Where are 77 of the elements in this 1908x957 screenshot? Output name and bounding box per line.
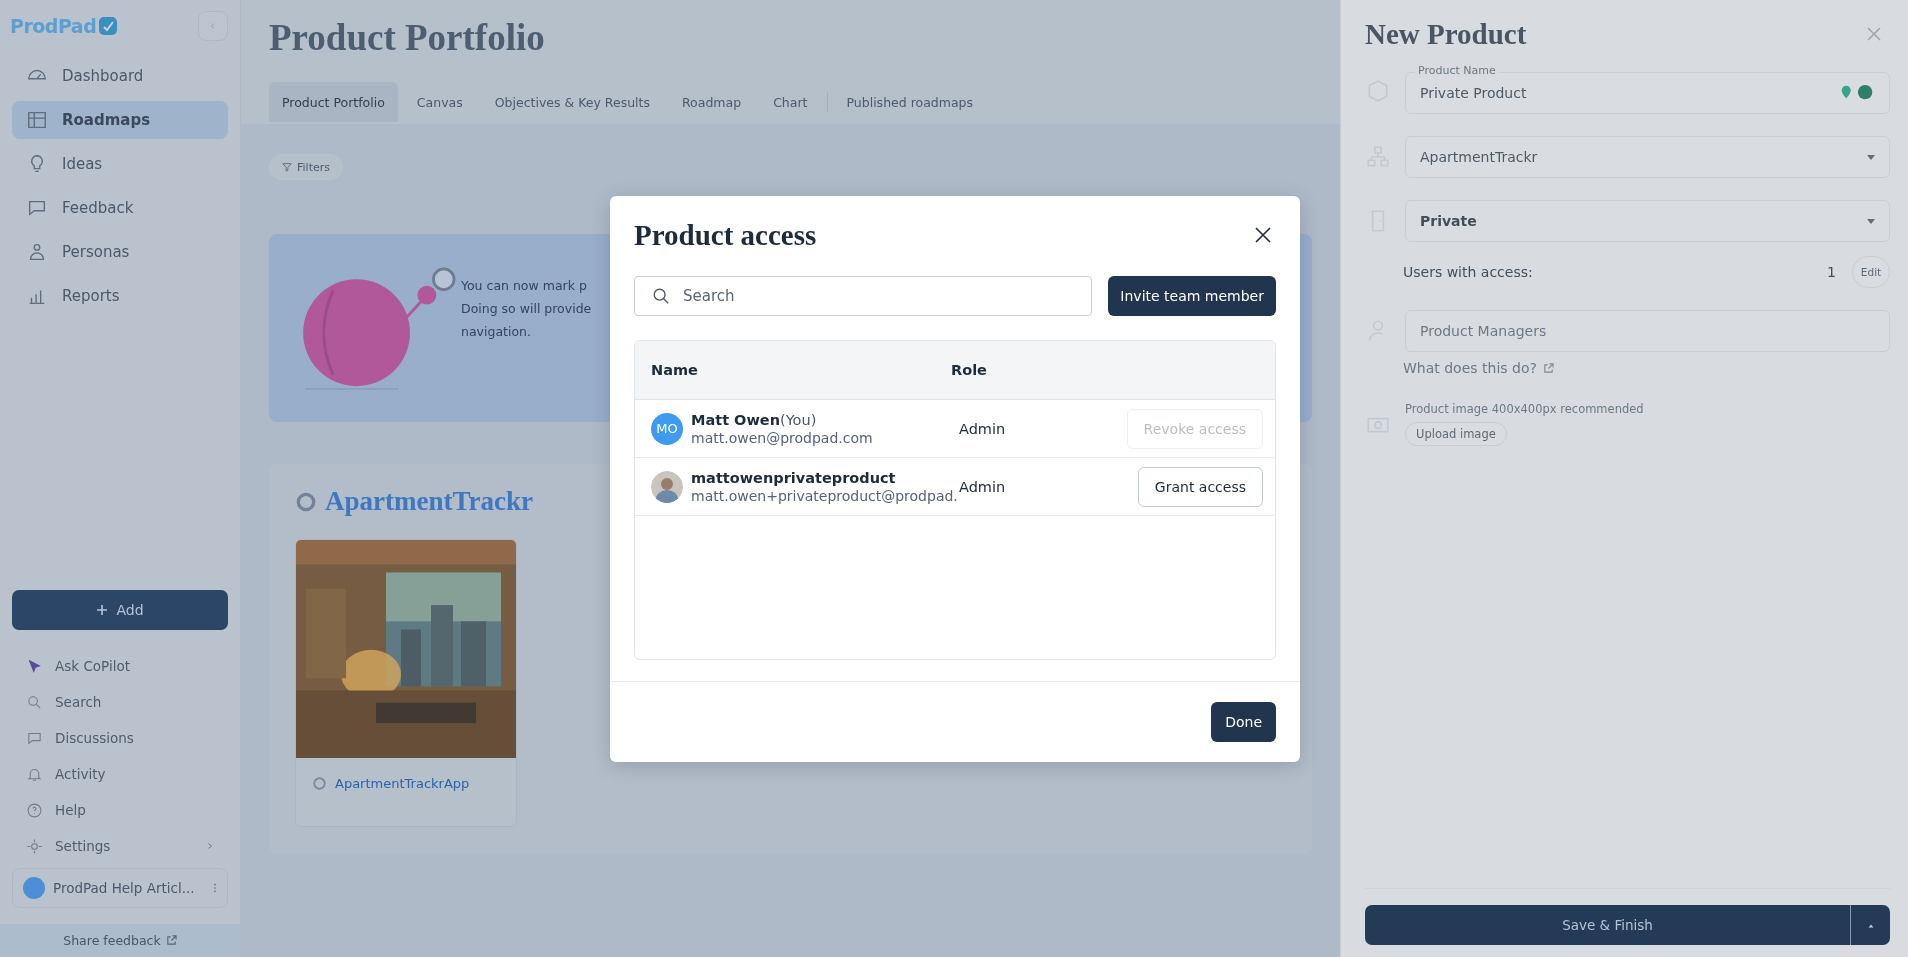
tab[interactable]: Product Portfolio bbox=[269, 82, 398, 122]
external-link-icon bbox=[165, 935, 177, 946]
info-link[interactable]: What does this do? bbox=[1403, 360, 1554, 376]
filter-icon bbox=[282, 162, 292, 172]
nav-item[interactable]: Feedback bbox=[12, 189, 228, 227]
tab[interactable]: Objectives & Key Results bbox=[481, 82, 663, 122]
save-finish-button[interactable]: Save & Finish bbox=[1365, 905, 1850, 945]
product-line-dropdown[interactable]: ApartmentTrackr bbox=[1405, 136, 1890, 178]
sidebar-link[interactable]: Ask CoPilot bbox=[12, 648, 228, 684]
external-link-icon bbox=[1542, 362, 1554, 374]
grid-icon bbox=[26, 109, 48, 131]
user-name: mattowenprivateproduct bbox=[691, 469, 897, 486]
search-field[interactable]: Search bbox=[634, 276, 1093, 316]
avatar: MO bbox=[651, 412, 683, 445]
user-email: matt.owen@prodpad.com bbox=[691, 429, 873, 446]
chevron-icon bbox=[209, 22, 217, 30]
workspace-avatar bbox=[23, 877, 45, 899]
column-header: Role bbox=[951, 362, 988, 378]
nav-item[interactable]: Roadmaps bbox=[12, 101, 228, 139]
image-hint: Product image 400x400px recommended bbox=[1405, 402, 1644, 416]
banner-text: Doing so will provide bbox=[461, 299, 592, 318]
visibility-dropdown[interactable]: Private bbox=[1405, 200, 1890, 242]
more-icon bbox=[213, 882, 217, 894]
settings-icon bbox=[26, 837, 43, 855]
circle-icon bbox=[312, 776, 327, 791]
sidebar-link[interactable]: Settings bbox=[12, 828, 228, 864]
sidebar-link[interactable]: Discussions bbox=[12, 720, 228, 756]
dialog-title: Product access bbox=[634, 218, 817, 252]
tab[interactable]: Canvas bbox=[403, 82, 476, 122]
product-managers-field[interactable]: Product Managers bbox=[1405, 310, 1890, 352]
banner-text: navigation. bbox=[461, 322, 532, 341]
caret-icon bbox=[1867, 154, 1875, 160]
sidebar-link[interactable]: Activity bbox=[12, 756, 228, 792]
user-email: matt.owen+privateproduct@prodpad. bbox=[691, 487, 958, 504]
filters-button[interactable]: Filters bbox=[269, 154, 343, 180]
users-label: Users with access: bbox=[1403, 264, 1534, 280]
users-count: 1 bbox=[1827, 264, 1836, 280]
search-icon bbox=[26, 693, 43, 711]
sidebar-link[interactable]: Help bbox=[12, 792, 228, 828]
product-link[interactable]: ApartmentTrackrApp bbox=[335, 776, 470, 791]
product-card[interactable]: ApartmentTrackrApp bbox=[295, 539, 517, 827]
circle-icon bbox=[295, 490, 317, 513]
product-line-title[interactable]: ApartmentTrackr bbox=[325, 486, 533, 517]
nav-item[interactable]: Dashboard bbox=[12, 57, 228, 95]
help-icon bbox=[26, 801, 43, 819]
avatar bbox=[651, 470, 683, 503]
edit-button[interactable]: Edit bbox=[1852, 256, 1890, 288]
invite-button[interactable]: Invite team member bbox=[1108, 276, 1276, 316]
role-cell-text: Admin bbox=[958, 478, 1007, 495]
banner-text: You can now mark p bbox=[461, 276, 588, 295]
column-header: Name bbox=[651, 362, 699, 378]
share-feedback-link[interactable]: Share feedback bbox=[0, 924, 240, 957]
tab[interactable]: Chart bbox=[760, 82, 821, 122]
add-button[interactable]: Add bbox=[12, 590, 228, 630]
panel-title: New Product bbox=[1365, 17, 1527, 51]
user-name: Matt Owen(You) bbox=[691, 411, 818, 428]
extension-icons-drawing bbox=[1839, 84, 1875, 102]
logo-icon bbox=[98, 16, 119, 36]
tab[interactable]: Published roadmaps bbox=[833, 82, 987, 122]
nav-item[interactable]: Reports bbox=[12, 277, 228, 315]
done-button[interactable]: Done bbox=[1211, 702, 1276, 742]
field-label: Product Name bbox=[1415, 64, 1499, 77]
upload-image-button[interactable]: Upload image bbox=[1405, 422, 1507, 446]
workspace-switcher[interactable]: ProdPad Help Articl... bbox=[12, 868, 228, 908]
access-button[interactable]: Grant access bbox=[1137, 466, 1263, 507]
nav-item[interactable]: Personas bbox=[12, 233, 228, 271]
plus-icon bbox=[96, 604, 109, 616]
more-options-button[interactable] bbox=[1850, 905, 1890, 945]
caret-icon bbox=[1867, 218, 1875, 224]
sidebar-link[interactable]: Search bbox=[12, 684, 228, 720]
pointer-icon bbox=[26, 657, 43, 675]
tab[interactable]: Roadmap bbox=[669, 82, 755, 122]
nav-item[interactable]: Ideas bbox=[12, 145, 228, 183]
search-icon bbox=[652, 287, 670, 305]
logo: ProdPad bbox=[10, 15, 97, 37]
page-title: Product Portfolio bbox=[269, 16, 546, 60]
role-cell-text: Admin bbox=[958, 420, 1007, 437]
